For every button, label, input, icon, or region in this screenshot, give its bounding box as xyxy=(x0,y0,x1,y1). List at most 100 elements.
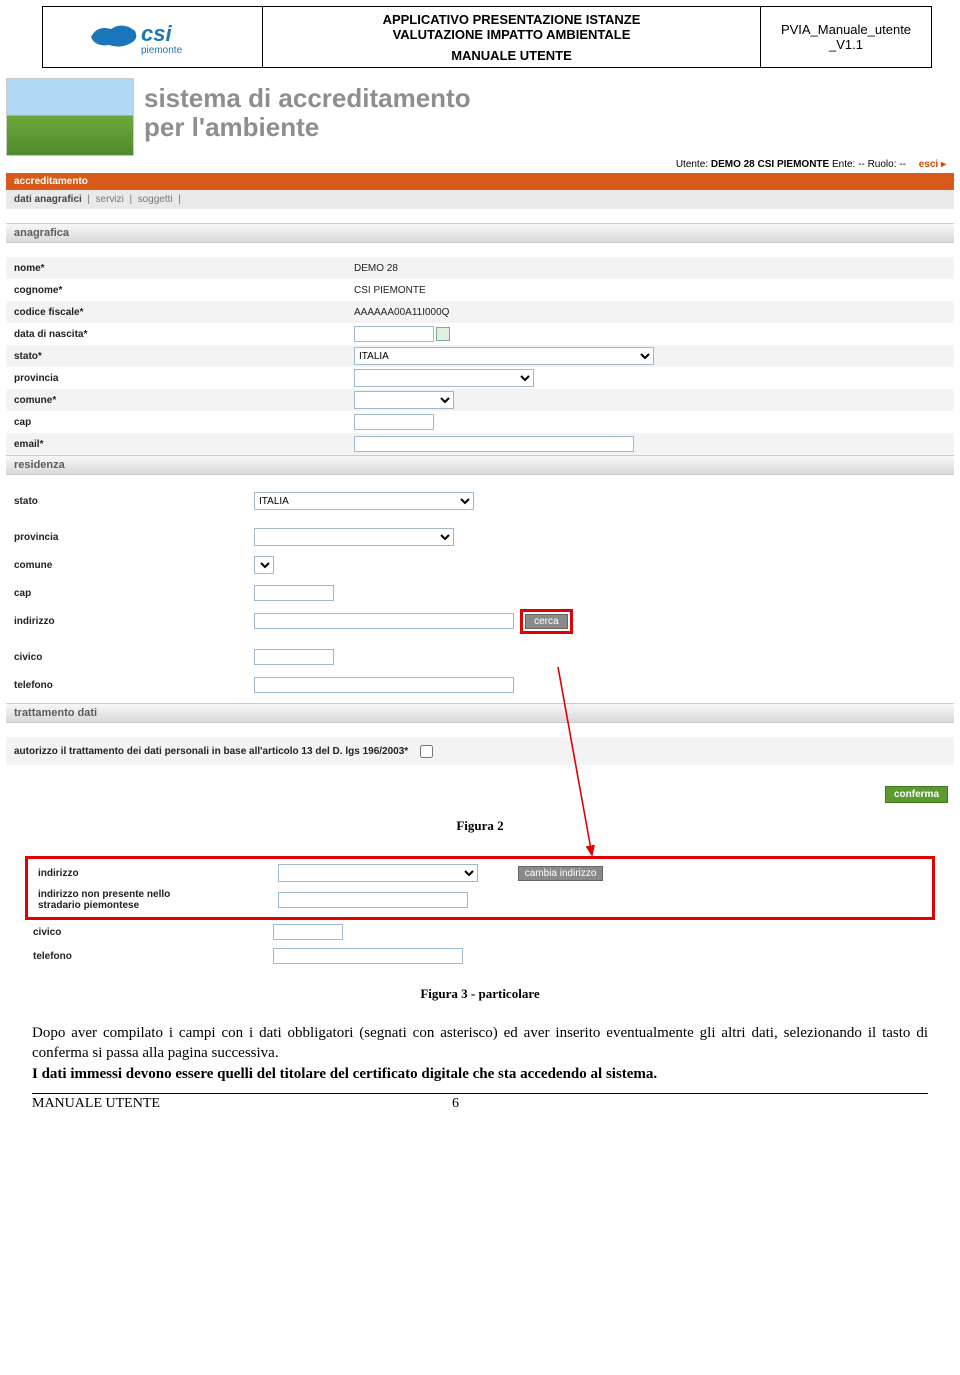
input-cap[interactable] xyxy=(354,414,434,430)
user-bar: Utente: DEMO 28 CSI PIEMONTE Ente: -- Ru… xyxy=(6,156,954,173)
footer-left: MANUALE UTENTE xyxy=(32,1096,452,1112)
row-comune: comune* xyxy=(6,389,954,411)
label-res-indirizzo: indirizzo xyxy=(14,616,254,627)
row-trattamento: autorizzo il trattamento dei dati person… xyxy=(6,737,954,765)
select-res-provincia[interactable] xyxy=(254,528,454,546)
value-nome: DEMO 28 xyxy=(354,263,398,274)
screenshot-figure-3: indirizzo cambia indirizzo indirizzo non… xyxy=(25,856,935,920)
value-cognome: CSI PIEMONTE xyxy=(354,285,426,296)
input-res-telefono[interactable] xyxy=(254,677,514,693)
label-det-civico: civico xyxy=(33,927,273,938)
label-res-telefono: telefono xyxy=(14,680,254,691)
breadcrumb-bar: accreditamento xyxy=(6,173,954,190)
svg-text:piemonte: piemonte xyxy=(141,45,183,56)
paragraph-1: Dopo aver compilato i campi con i dati o… xyxy=(32,1024,928,1063)
select-res-comune[interactable] xyxy=(254,556,274,574)
doc-title-line1: APPLICATIVO PRESENTAZIONE ISTANZE xyxy=(383,12,641,27)
confirm-bar: conferma xyxy=(6,783,954,806)
label-comune: comune* xyxy=(14,395,354,406)
row-stato: stato* ITALIA xyxy=(6,345,954,367)
select-comune[interactable] xyxy=(354,391,454,409)
row-res-civico: civico xyxy=(6,643,954,671)
paragraph-2: I dati immessi devono essere quelli del … xyxy=(32,1065,928,1085)
label-res-civico: civico xyxy=(14,652,254,663)
utente-label: Utente: xyxy=(676,159,708,170)
hero-title: sistema di accreditamento per l'ambiente xyxy=(134,78,954,156)
tab-servizi[interactable]: servizi xyxy=(96,194,124,205)
select-res-stato[interactable]: ITALIA xyxy=(254,492,474,510)
tab-dati-anagrafici[interactable]: dati anagrafici xyxy=(14,194,82,205)
body-text: Dopo aver compilato i campi con i dati o… xyxy=(32,1024,928,1085)
csi-logo: csi piemonte xyxy=(83,17,223,57)
row-res-stato: stato ITALIA xyxy=(6,487,954,515)
esci-link[interactable]: esci ▸ xyxy=(919,159,946,170)
input-det-nonpres[interactable] xyxy=(278,892,468,908)
select-det-indirizzo[interactable] xyxy=(278,864,478,882)
label-stato: stato* xyxy=(14,351,354,362)
label-res-stato: stato xyxy=(14,496,254,507)
hero-image xyxy=(6,78,134,156)
row-res-indirizzo: indirizzo cerca xyxy=(6,607,954,635)
doc-title-line3: MANUALE UTENTE xyxy=(451,48,572,63)
cerca-button[interactable]: cerca xyxy=(525,614,567,629)
input-res-cap[interactable] xyxy=(254,585,334,601)
select-provincia[interactable] xyxy=(354,369,534,387)
section-residenza: residenza xyxy=(6,455,954,475)
select-stato[interactable]: ITALIA xyxy=(354,347,654,365)
caption-figura-2: Figura 2 xyxy=(0,818,960,834)
row-det-nonpres: indirizzo non presente nellostradario pi… xyxy=(30,885,930,915)
row-nascita: data di nascita* xyxy=(6,323,954,345)
label-nome: nome* xyxy=(14,263,354,274)
row-provincia: provincia xyxy=(6,367,954,389)
ruolo-value: -- xyxy=(899,159,906,170)
cambia-indirizzo-button[interactable]: cambia indirizzo xyxy=(518,866,604,881)
row-res-comune: comune xyxy=(6,551,954,579)
utente-value: DEMO 28 CSI PIEMONTE xyxy=(711,159,829,170)
calendar-icon[interactable] xyxy=(436,327,450,341)
ente-label: Ente: xyxy=(832,159,855,170)
doc-ref-cell: PVIA_Manuale_utente _V1.1 xyxy=(761,7,931,67)
row-res-cap: cap xyxy=(6,579,954,607)
page-footer: MANUALE UTENTE 6 xyxy=(32,1093,928,1112)
checkbox-trattamento[interactable] xyxy=(420,745,433,758)
input-res-civico[interactable] xyxy=(254,649,334,665)
conferma-button[interactable]: conferma xyxy=(885,786,948,803)
row-cognome: cognome* CSI PIEMONTE xyxy=(6,279,954,301)
row-nome: nome* DEMO 28 xyxy=(6,257,954,279)
ente-value: -- xyxy=(858,159,865,170)
row-res-telefono: telefono xyxy=(6,671,954,699)
label-cf: codice fiscale* xyxy=(14,307,354,318)
anagrafica-form: nome* DEMO 28 cognome* CSI PIEMONTE codi… xyxy=(6,257,954,455)
logo-cell: csi piemonte xyxy=(43,7,263,67)
section-trattamento: trattamento dati xyxy=(6,703,954,723)
row-cf: codice fiscale* AAAAAA00A11I000Q xyxy=(6,301,954,323)
label-nascita: data di nascita* xyxy=(14,329,354,340)
residenza-form: stato ITALIA provincia comune cap indiri… xyxy=(6,475,954,703)
doc-ref-line1: PVIA_Manuale_utente xyxy=(781,22,911,37)
row-det-telefono: telefono xyxy=(25,944,935,968)
input-email[interactable] xyxy=(354,436,634,452)
row-cap: cap xyxy=(6,411,954,433)
label-det-nonpres: indirizzo non presente nellostradario pi… xyxy=(38,889,278,911)
hero-line2: per l'ambiente xyxy=(144,112,319,142)
label-email: email* xyxy=(14,439,354,450)
value-cf: AAAAAA00A11I000Q xyxy=(354,307,449,318)
label-trattamento: autorizzo il trattamento dei dati person… xyxy=(14,746,408,757)
tab-soggetti[interactable]: soggetti xyxy=(138,194,173,205)
input-det-civico[interactable] xyxy=(273,924,343,940)
footer-page-number: 6 xyxy=(452,1096,459,1112)
esci-arrow-icon: ▸ xyxy=(941,159,946,170)
input-det-telefono[interactable] xyxy=(273,948,463,964)
svg-text:csi: csi xyxy=(141,21,172,46)
input-nascita[interactable] xyxy=(354,326,434,342)
doc-title-line2: VALUTAZIONE IMPATTO AMBIENTALE xyxy=(393,27,631,42)
highlight-box-cerca: cerca xyxy=(520,609,572,634)
label-res-comune: comune xyxy=(14,560,254,571)
label-cap: cap xyxy=(14,417,354,428)
input-res-indirizzo[interactable] xyxy=(254,613,514,629)
label-provincia: provincia xyxy=(14,373,354,384)
document-header-box: csi piemonte APPLICATIVO PRESENTAZIONE I… xyxy=(42,6,932,68)
hero-banner: sistema di accreditamento per l'ambiente xyxy=(6,78,954,156)
label-res-cap: cap xyxy=(14,588,254,599)
row-det-indirizzo: indirizzo cambia indirizzo xyxy=(30,861,930,885)
